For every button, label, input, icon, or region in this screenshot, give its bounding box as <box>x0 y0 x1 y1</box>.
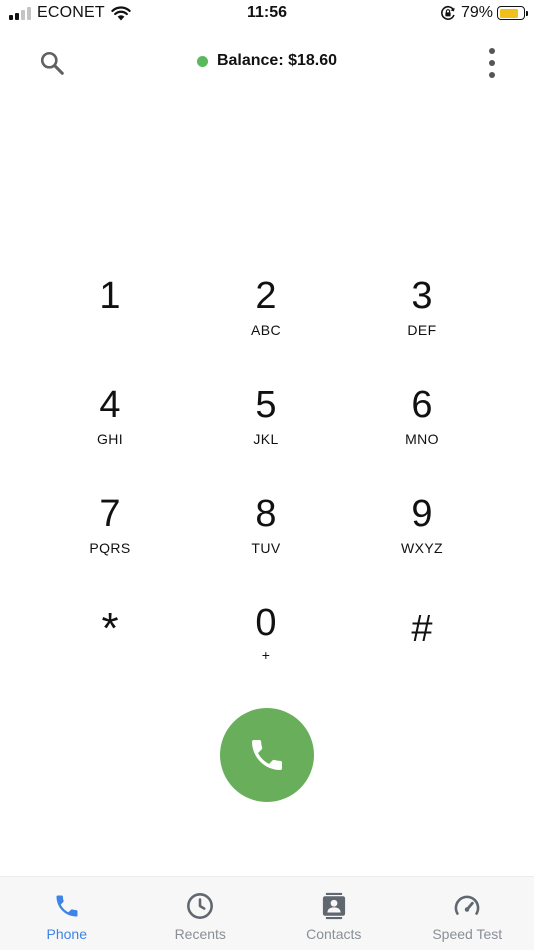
key-letters: + <box>261 647 271 663</box>
rotation-lock-icon <box>441 6 455 20</box>
tab-contacts[interactable]: Contacts <box>267 877 401 950</box>
key-digit: 9 <box>411 493 433 535</box>
clock-icon <box>186 892 214 920</box>
key-letters: GHI <box>96 431 124 447</box>
key-letters: JKL <box>253 431 279 447</box>
key-7[interactable]: 7 PQRS <box>32 480 188 589</box>
key-letters: MNO <box>405 431 439 447</box>
online-status-dot <box>196 55 208 67</box>
key-digit: # <box>411 608 433 650</box>
contacts-icon <box>320 892 348 920</box>
tab-phone[interactable]: Phone <box>0 877 134 950</box>
tab-label: Phone <box>46 926 87 942</box>
key-letters: PQRS <box>89 540 131 556</box>
bottom-tab-bar: Phone Recents Contacts Speed Test <box>0 876 534 950</box>
key-digit: 7 <box>99 493 121 535</box>
more-vertical-icon <box>489 48 495 54</box>
dial-keypad: 1 2 ABC 3 DEF 4 GHI 5 JKL 6 MNO 7 PQRS 8 TUV 9 W… <box>32 262 502 698</box>
key-digit: 1 <box>99 275 121 317</box>
phone-icon <box>252 740 282 770</box>
phone-icon <box>53 892 81 920</box>
key-4[interactable]: 4 GHI <box>32 371 188 480</box>
status-right: 79% <box>440 4 528 22</box>
key-letters: ABC <box>251 322 281 338</box>
key-digit: 4 <box>99 384 121 426</box>
key-6[interactable]: 6 MNO <box>344 371 500 480</box>
key-digit: 2 <box>255 275 277 317</box>
tab-recents[interactable]: Recents <box>134 877 268 950</box>
tab-label: Recents <box>174 926 226 942</box>
more-options-button[interactable] <box>486 46 498 80</box>
balance-indicator: Balance: $18.60 <box>0 52 534 70</box>
speedometer-icon <box>453 892 481 920</box>
balance-text: Balance: $18.60 <box>216 52 338 69</box>
key-0[interactable]: 0 + <box>188 589 344 698</box>
key-2[interactable]: 2 ABC <box>188 262 344 371</box>
key-digit: 0 <box>255 602 277 644</box>
key-3[interactable]: 3 DEF <box>344 262 500 371</box>
battery-percent: 79% <box>460 4 493 21</box>
key-digit: 3 <box>411 275 433 317</box>
key-1[interactable]: 1 <box>32 262 188 371</box>
call-button[interactable] <box>220 708 314 802</box>
status-bar: ECONET 11:56 79% <box>0 0 534 28</box>
key-hash[interactable]: # <box>344 589 500 698</box>
key-digit: 6 <box>411 384 433 426</box>
key-digit: 5 <box>255 384 277 426</box>
tab-label: Contacts <box>306 926 362 942</box>
key-letters: TUV <box>251 540 281 556</box>
key-5[interactable]: 5 JKL <box>188 371 344 480</box>
key-letters: DEF <box>407 322 437 338</box>
key-digit: 8 <box>255 493 277 535</box>
key-letters: WXYZ <box>400 540 444 556</box>
key-8[interactable]: 8 TUV <box>188 480 344 589</box>
tab-speed-test[interactable]: Speed Test <box>401 877 534 950</box>
battery-icon <box>497 6 528 20</box>
key-star[interactable]: * <box>32 589 188 698</box>
key-9[interactable]: 9 WXYZ <box>344 480 500 589</box>
tab-label: Speed Test <box>432 926 503 942</box>
key-digit: * <box>101 604 119 653</box>
